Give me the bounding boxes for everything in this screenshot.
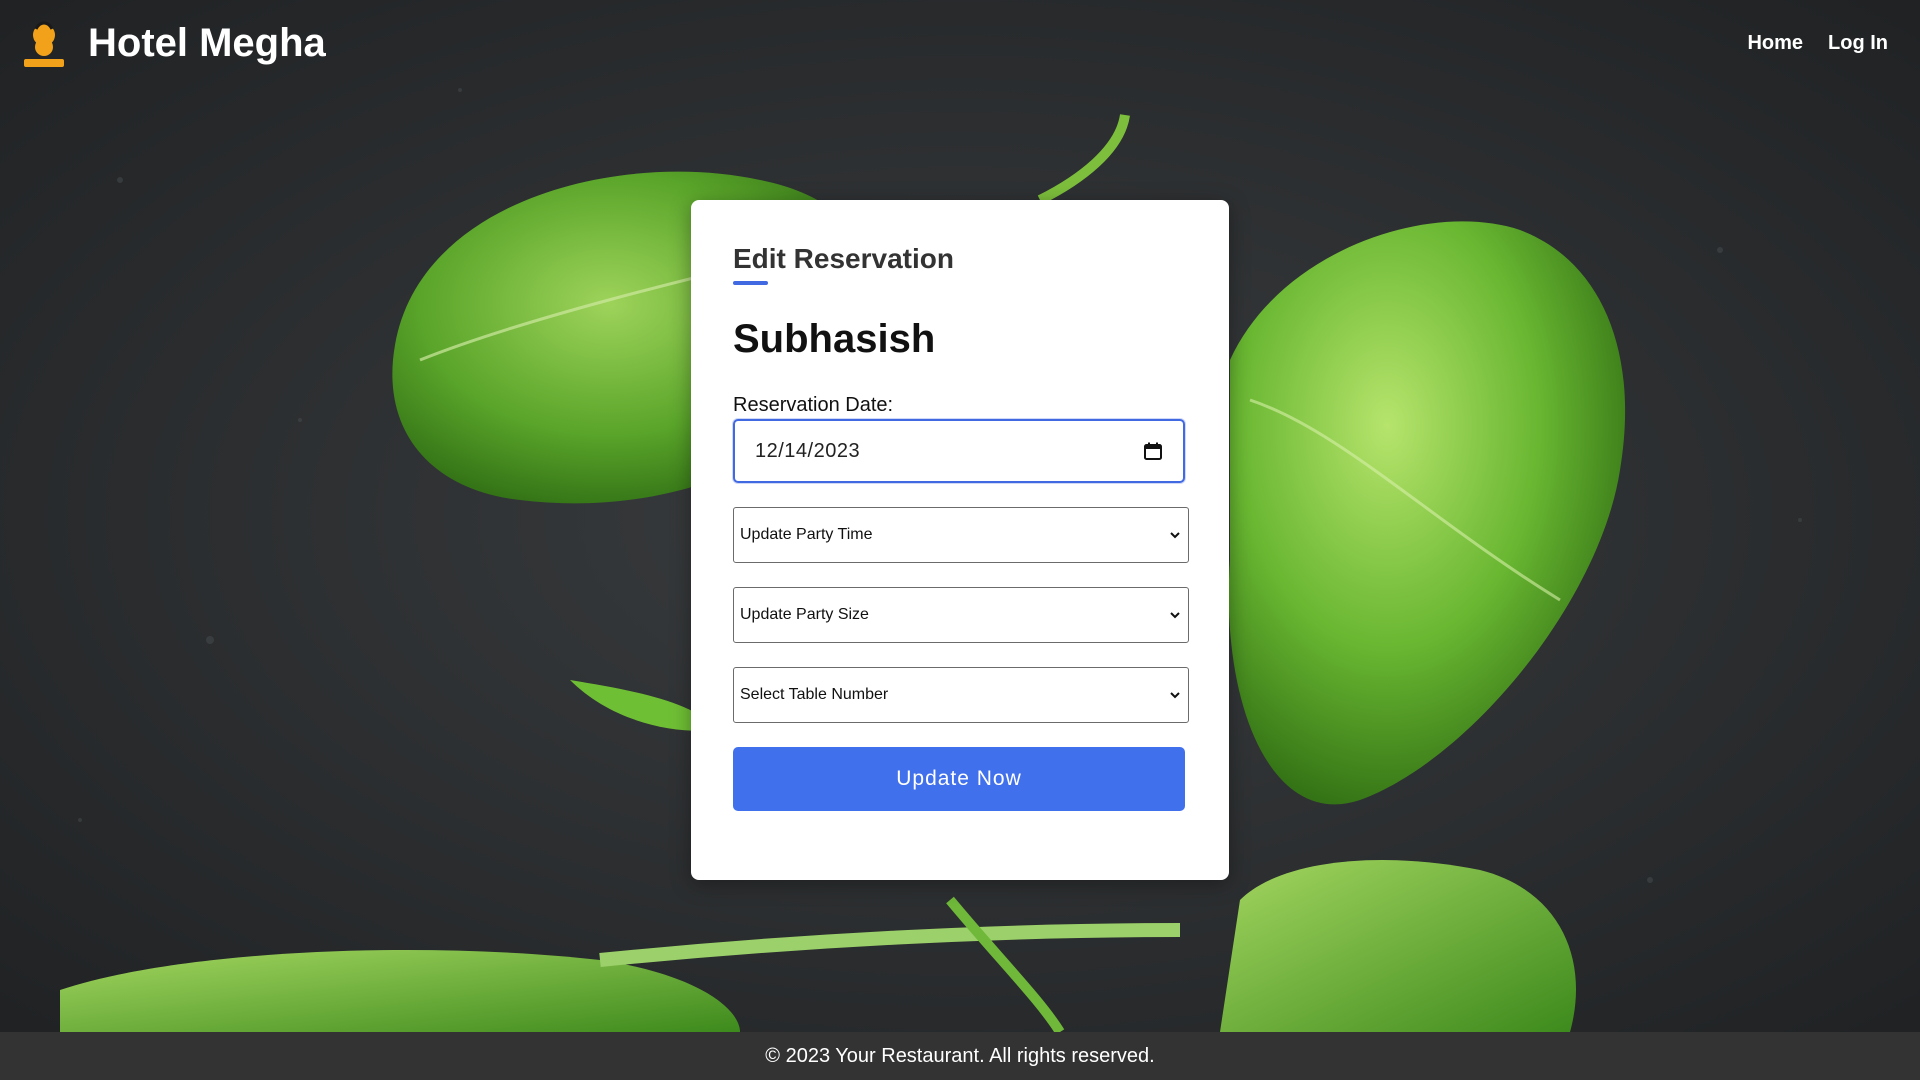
calendar-icon[interactable] [1143, 441, 1163, 461]
reservation-date-value: 12/14/2023 [755, 439, 861, 462]
chef-logo [22, 15, 66, 71]
footer-text: © 2023 Your Restaurant. All rights reser… [765, 1044, 1155, 1067]
edit-reservation-card: Edit Reservation Subhasish Reservation D… [691, 200, 1229, 880]
heading-underline [733, 281, 768, 285]
card-heading: Edit Reservation [733, 243, 954, 285]
footer: © 2023 Your Restaurant. All rights reser… [0, 1032, 1920, 1080]
nav-login-link[interactable]: Log In [1828, 32, 1888, 55]
nav-home-link[interactable]: Home [1747, 32, 1803, 55]
update-now-button[interactable]: Update Now [733, 747, 1185, 811]
party-size-selected: Update Party Size [740, 606, 869, 623]
top-navigation: Hotel Megha Home Log In [0, 0, 1920, 86]
guest-name: Subhasish [733, 317, 936, 361]
table-number-select[interactable]: Select Table Number [733, 667, 1189, 723]
chevron-down-icon [1168, 528, 1182, 542]
table-number-selected: Select Table Number [740, 686, 889, 703]
chevron-down-icon [1168, 688, 1182, 702]
brand-title: Hotel Megha [88, 20, 326, 65]
main-nav: Home Log In [1747, 32, 1888, 55]
reservation-date-label: Reservation Date: [733, 394, 894, 416]
brand[interactable]: Hotel Megha [22, 15, 326, 71]
party-time-select[interactable]: Update Party Time [733, 507, 1189, 563]
chevron-down-icon [1168, 608, 1182, 622]
party-time-selected: Update Party Time [740, 526, 873, 543]
reservation-date-input[interactable]: 12/14/2023 [733, 419, 1185, 483]
party-size-select[interactable]: Update Party Size [733, 587, 1189, 643]
card-heading-text: Edit Reservation [733, 243, 954, 274]
